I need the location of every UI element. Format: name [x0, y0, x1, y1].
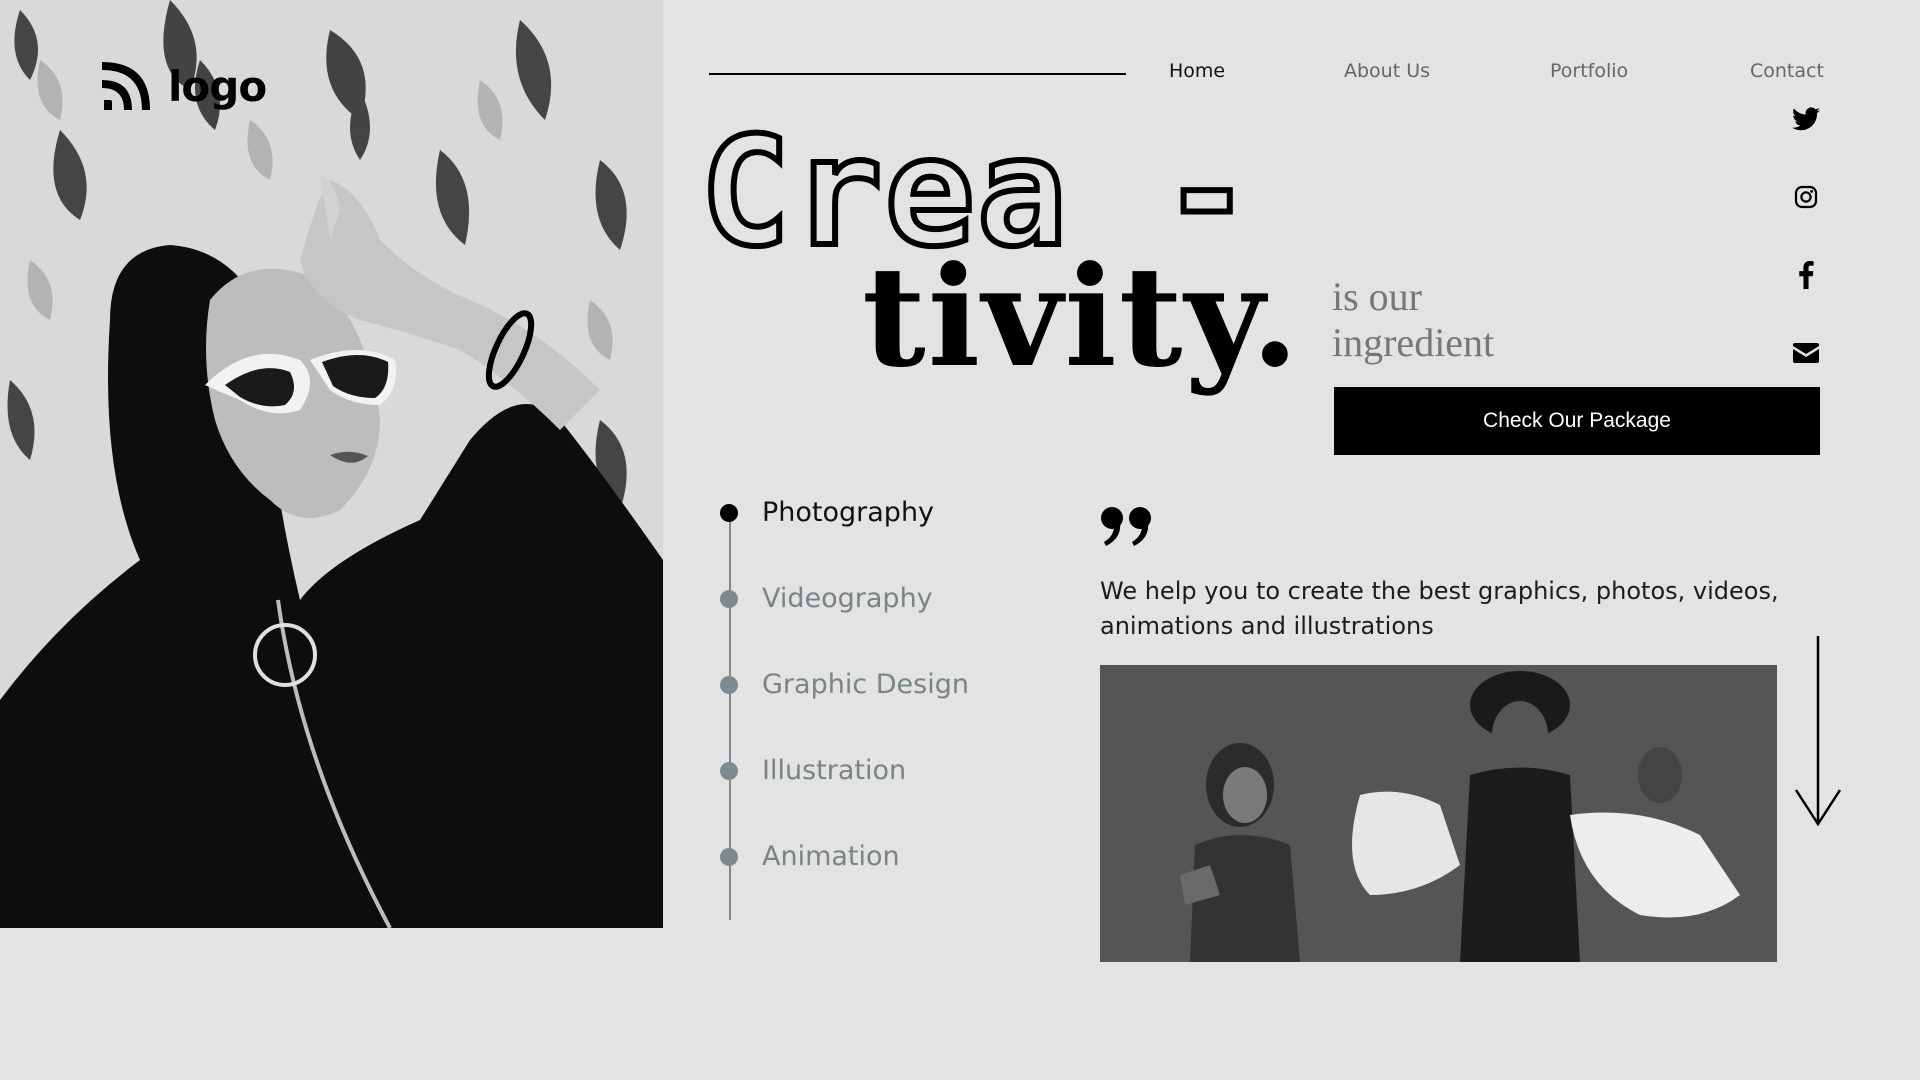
- service-item-photography[interactable]: Photography: [720, 497, 934, 528]
- mail-icon[interactable]: [1790, 337, 1822, 369]
- timeline-dot: [720, 589, 738, 608]
- service-label: Animation: [762, 841, 900, 872]
- check-our-package-button[interactable]: Check Our Package: [1334, 387, 1820, 455]
- quote-icon: [1100, 506, 1156, 551]
- intro-blurb: We help you to create the best graphics,…: [1100, 577, 1779, 640]
- headline-tagline: is our ingredient: [1332, 274, 1495, 365]
- timeline-dot: [720, 847, 738, 866]
- dancers-photo: [1100, 665, 1777, 962]
- service-item-animation[interactable]: Animation: [720, 841, 900, 872]
- scroll-down-arrow-icon[interactable]: [1794, 636, 1842, 833]
- timeline-dot: [720, 761, 738, 780]
- service-label: Graphic Design: [762, 669, 969, 700]
- logo[interactable]: logo: [98, 58, 267, 114]
- nav-item-home[interactable]: Home: [1169, 60, 1225, 82]
- hero-photo: logo: [0, 0, 663, 928]
- service-label: Illustration: [762, 755, 907, 786]
- service-label: Videography: [762, 583, 933, 614]
- instagram-icon[interactable]: [1790, 181, 1822, 213]
- twitter-icon[interactable]: [1790, 103, 1822, 135]
- landing-page: logo Home About Us Portfolio Contact Cre…: [0, 0, 1920, 1080]
- service-item-videography[interactable]: Videography: [720, 583, 933, 614]
- headline-line-2: tivity.: [862, 235, 1301, 398]
- nav-divider-line: [709, 73, 1126, 75]
- nav-item-contact[interactable]: Contact: [1750, 60, 1824, 82]
- nav-item-portfolio[interactable]: Portfolio: [1550, 60, 1628, 82]
- service-item-illustration[interactable]: Illustration: [720, 755, 906, 786]
- logo-text: logo: [168, 61, 267, 111]
- facebook-icon[interactable]: [1790, 259, 1822, 291]
- wifi-waves-logo-icon: [98, 58, 154, 114]
- service-item-graphic-design[interactable]: Graphic Design: [720, 669, 969, 700]
- nav-item-about-us[interactable]: About Us: [1344, 60, 1430, 82]
- timeline-dot: [720, 503, 738, 522]
- timeline-dot: [720, 675, 738, 694]
- service-label: Photography: [762, 497, 935, 528]
